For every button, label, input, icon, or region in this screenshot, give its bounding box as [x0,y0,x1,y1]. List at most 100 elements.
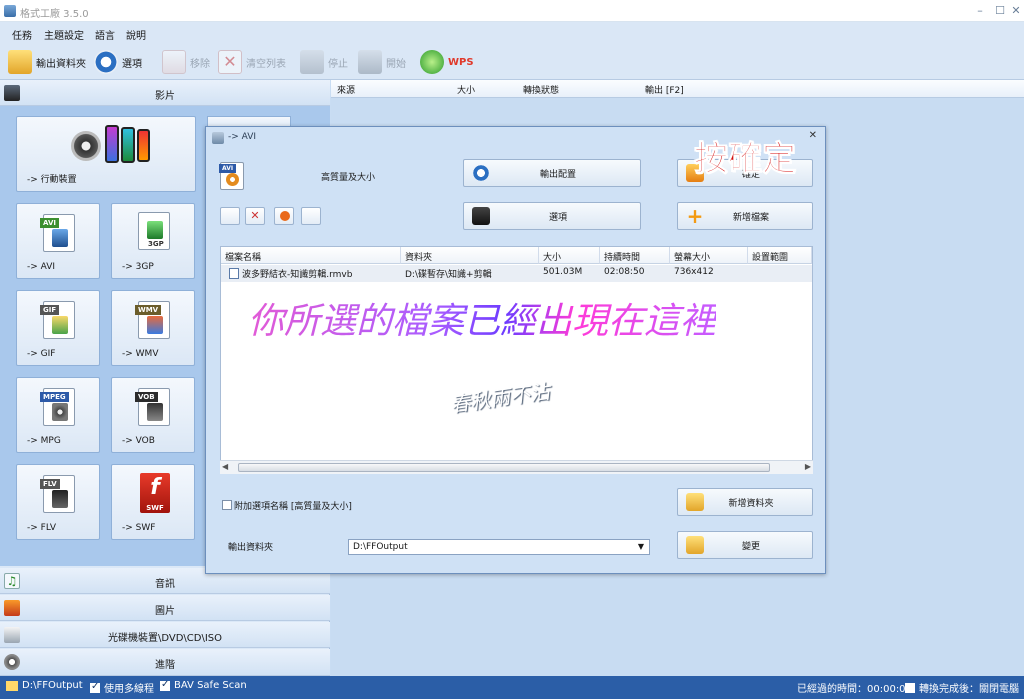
flv-file-icon: FLV [40,475,75,513]
quality-label: 高質量及大小 [321,173,376,183]
bav-checkbox[interactable] [160,679,170,691]
category-video[interactable]: 影片 [0,80,330,106]
format-tile-avi[interactable]: AVI -> AVI [16,203,100,279]
after-convert-label: 轉換完成後：關閉電腦 [919,684,1019,695]
convert-dialog: -> AVI ✕ AVI 高質量及大小 輸出配置 確定 ✕ 選項 + 新增檔案 … [205,126,826,574]
title-bar: 格式工廠 3.5.0 – ☐ ✕ [0,0,1024,22]
dialog-close-icon[interactable]: ✕ [809,130,817,141]
menu-theme[interactable]: 主題設定 [44,27,84,42]
folder-icon [8,50,32,74]
column-size[interactable]: 大小 [457,83,475,96]
toolbar: 輸出資料夾 選項 移除 ✕ 清空列表 停止 開始 WPS [0,44,1024,80]
wmv-file-icon: WMV [135,301,170,339]
clear-list-icon: ✕ [218,50,242,74]
category-disc[interactable]: 光碟機裝置\DVD\CD\ISO [0,622,330,648]
format-tile-3gp[interactable]: 3GP -> 3GP [111,203,195,279]
category-picture[interactable]: 圖片 [0,595,330,621]
wps-button[interactable]: WPS [420,48,474,76]
after-convert-checkbox[interactable] [905,682,915,693]
dropdown-arrow-icon[interactable]: ▼ [635,541,647,553]
folder-icon [6,680,18,691]
film-options-icon [472,207,490,225]
format-tile-vob[interactable]: VOB -> VOB [111,377,195,453]
clear-list-button[interactable]: ✕ 清空列表 [218,48,286,76]
dialog-app-icon [212,132,224,144]
scroll-thumb[interactable] [238,463,770,472]
status-bar: D:\FFOutput 使用多線程 BAV Safe Scan 已經過的時間：0… [0,676,1024,699]
remove-file-icon[interactable] [220,207,240,225]
wps-icon [420,50,444,74]
cell-folder: D:\碟暫存\知識+剪輯 [405,270,492,280]
column-screen-size[interactable]: 螢幕大小 [670,247,748,264]
elapsed-time: 已經過的時間：00:00:00 [797,684,912,695]
gear-icon [94,50,118,74]
menu-bar: 任務 主題設定 語言 說明 [0,22,1024,44]
clear-files-icon[interactable]: ✕ [245,207,265,225]
format-tile-swf[interactable]: f SWF -> SWF [111,464,195,540]
add-folder-icon [686,493,704,511]
stop-icon [300,50,324,74]
task-list-header: 來源 大小 轉換狀態 輸出 [F2] [331,80,1024,98]
menu-help[interactable]: 說明 [126,27,146,42]
annotation-files-here: 你所選的檔案已經出現在這裡 [248,292,716,344]
multithread-label: 使用多線程 [104,684,154,695]
output-folder-label: 輸出資料夾 [228,543,274,553]
add-folder-button[interactable]: 新增資料夾 [677,488,813,516]
gear-icon [472,164,490,182]
format-tile-wmv[interactable]: WMV -> WMV [111,290,195,366]
mobile-devices-icon [71,125,151,165]
app-icon [4,5,16,17]
start-button[interactable]: 開始 [358,48,406,76]
append-option-checkbox[interactable] [222,500,232,510]
format-tile-mobile[interactable]: -> 行動裝置 [16,116,196,192]
dialog-title: -> AVI [228,132,257,142]
avi-file-icon: AVI [40,214,75,252]
menu-language[interactable]: 語言 [95,27,115,42]
scroll-right-icon[interactable]: ▶ [805,462,811,471]
multithread-checkbox[interactable] [90,681,100,693]
minimize-icon[interactable]: – [970,4,990,18]
column-status[interactable]: 轉換狀態 [523,83,559,96]
window-title: 格式工廠 3.5.0 [20,9,89,20]
horizontal-scrollbar[interactable]: ◀ ▶ [220,460,813,474]
column-duration[interactable]: 持續時間 [600,247,670,264]
column-folder[interactable]: 資料夾 [401,247,539,264]
format-tile-mpg[interactable]: MPEG -> MPG [16,377,100,453]
swf-flash-icon: f SWF [140,473,170,513]
cell-size: 501.03M [543,267,583,277]
output-config-button[interactable]: 輸出配置 [463,159,641,187]
remove-button[interactable]: 移除 [162,48,210,76]
cell-duration: 02:08:50 [604,267,645,277]
scroll-left-icon[interactable]: ◀ [222,462,228,471]
stop-button[interactable]: 停止 [300,48,348,76]
folder-icon [686,536,704,554]
close-icon[interactable]: ✕ [1006,4,1024,18]
status-output-path: D:\FFOutput [22,680,83,691]
output-folder-button[interactable]: 輸出資料夾 [8,48,86,76]
play-icon[interactable] [274,207,294,225]
category-advanced[interactable]: 進階 [0,649,330,676]
menu-task[interactable]: 任務 [12,27,32,42]
vob-file-icon: VOB [135,388,170,426]
bav-label: BAV Safe Scan [174,680,247,691]
column-filename[interactable]: 檔案名稱 [221,247,401,264]
add-file-button[interactable]: + 新增檔案 [677,202,813,230]
cell-screen-size: 736x412 [674,267,714,277]
format-tile-flv[interactable]: FLV -> FLV [16,464,100,540]
column-source[interactable]: 來源 [337,83,355,96]
mpeg-file-icon: MPEG [40,388,75,426]
change-button[interactable]: 變更 [677,531,813,559]
output-folder-select[interactable]: D:\FFOutput ▼ [348,539,650,555]
column-output[interactable]: 輸出 [F2] [645,83,684,96]
info-icon[interactable] [301,207,321,225]
annotation-press-ok: 按確定 [694,139,797,180]
column-filesize[interactable]: 大小 [539,247,600,264]
remove-icon [162,50,186,74]
format-tile-gif[interactable]: GIF -> GIF [16,290,100,366]
file-table: 檔案名稱 資料夾 大小 持續時間 螢幕大小 設置範圍 波多野結衣-知識剪輯.rm… [220,246,813,472]
options-button[interactable]: 選項 [94,48,142,76]
cell-range [748,265,812,281]
column-range[interactable]: 設置範圍 [748,247,812,264]
options-button-dialog[interactable]: 選項 [463,202,641,230]
video-file-icon [229,267,239,279]
